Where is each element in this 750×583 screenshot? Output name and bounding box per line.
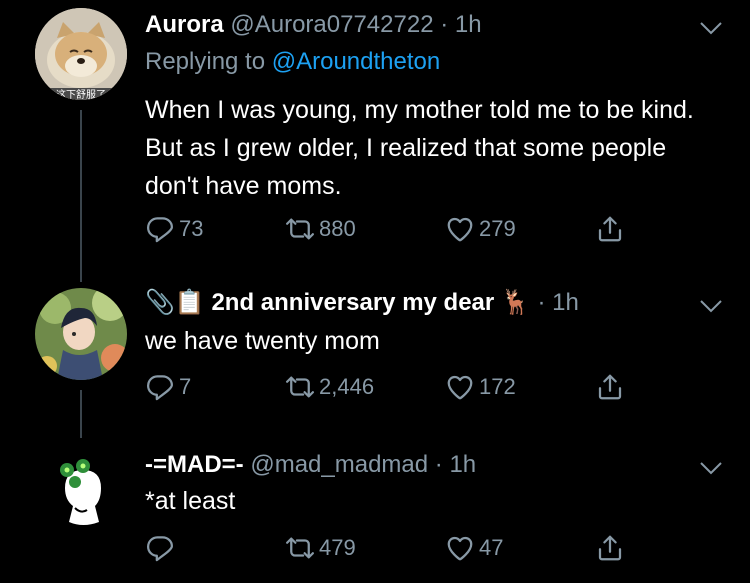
tweet-aurora[interactable]: 这下舒服了 Aurora @Aurora07742722 · 1h Replyi… [0, 0, 750, 270]
replying-to: Replying to @Aroundtheton [145, 48, 440, 76]
reply-button[interactable] [145, 533, 179, 563]
display-name[interactable]: Aurora [145, 11, 224, 38]
like-count: 172 [479, 374, 516, 399]
anime-avatar-image [35, 288, 127, 380]
share-icon [595, 533, 625, 563]
timestamp[interactable]: · 1h [435, 451, 476, 478]
retweet-button[interactable]: 880 [285, 214, 356, 244]
tweet-text: When I was young, my mother told me to b… [145, 96, 694, 200]
retweet-icon [285, 214, 315, 244]
share-button[interactable] [595, 533, 625, 563]
tweet-text: *at least [145, 487, 236, 515]
reply-count: 7 [179, 374, 192, 399]
timestamp[interactable]: · 1h [537, 289, 578, 316]
retweet-count: 2,446 [319, 374, 375, 399]
like-button[interactable]: 47 [445, 533, 503, 563]
avatar[interactable] [35, 288, 127, 380]
tweet-actions: 73 880 279 [145, 214, 645, 248]
name-emoji-prefix: 📎📋 [145, 289, 205, 316]
like-count: 279 [479, 216, 516, 241]
reply-mention-link[interactable]: @Aroundtheton [272, 48, 440, 75]
like-icon [445, 372, 475, 402]
tweet-text: we have twenty mom [145, 327, 380, 355]
share-button[interactable] [595, 214, 625, 244]
display-name[interactable]: 2nd anniversary my dear [211, 289, 494, 316]
mad-avatar-image [35, 448, 127, 540]
retweet-count: 880 [319, 216, 356, 241]
user-handle[interactable]: @mad_madmad [250, 451, 428, 478]
tweet-mad[interactable]: -=MAD=- @mad_madmad · 1h *at least 479 4… [0, 440, 750, 583]
replying-to-label: Replying to [145, 48, 266, 75]
tweet-anniversary[interactable]: 📎📋 2nd anniversary my dear 🦌 · 1h we hav… [0, 280, 750, 430]
chevron-down-icon[interactable] [698, 20, 724, 36]
reply-icon [145, 214, 175, 244]
share-icon [595, 214, 625, 244]
retweet-count: 479 [319, 535, 356, 560]
like-button[interactable]: 279 [445, 214, 516, 244]
user-handle[interactable]: @Aurora07742722 [230, 11, 433, 38]
tweet-actions: 479 47 [145, 533, 645, 567]
reply-button[interactable]: 73 [145, 214, 203, 244]
avatar[interactable]: 这下舒服了 [35, 8, 127, 100]
chevron-down-icon[interactable] [698, 298, 724, 314]
avatar-caption: 这下舒服了 [56, 90, 106, 100]
share-button[interactable] [595, 372, 625, 402]
like-button[interactable]: 172 [445, 372, 516, 402]
reply-button[interactable]: 7 [145, 372, 191, 402]
display-name[interactable]: -=MAD=- [145, 451, 244, 478]
like-count: 47 [479, 535, 504, 560]
reply-icon [145, 533, 175, 563]
share-icon [595, 372, 625, 402]
tweet-actions: 7 2,446 172 [145, 372, 645, 406]
like-icon [445, 533, 475, 563]
retweet-icon [285, 533, 315, 563]
retweet-button[interactable]: 479 [285, 533, 356, 563]
reply-icon [145, 372, 175, 402]
retweet-button[interactable]: 2,446 [285, 372, 374, 402]
like-icon [445, 214, 475, 244]
name-emoji-suffix: 🦌 [500, 289, 531, 316]
chevron-down-icon[interactable] [698, 460, 724, 476]
timestamp[interactable]: · 1h [440, 11, 481, 38]
retweet-icon [285, 372, 315, 402]
reply-count: 73 [179, 216, 204, 241]
avatar[interactable] [35, 448, 127, 540]
